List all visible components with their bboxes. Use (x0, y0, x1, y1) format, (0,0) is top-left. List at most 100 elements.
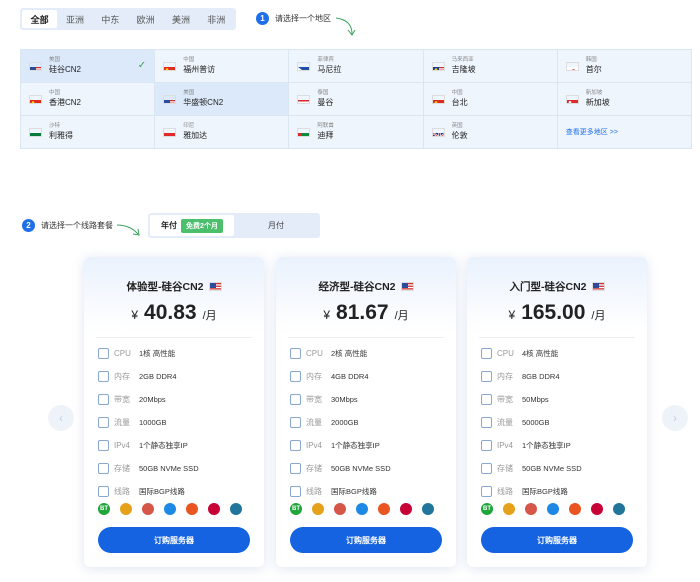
location-country: 印尼 (183, 122, 195, 129)
location-option[interactable]: 马来西亚 吉隆坡 (423, 50, 558, 83)
location-option[interactable]: 新加坡 新加坡 (557, 83, 692, 116)
location-option[interactable]: 英国 伦敦 (423, 116, 558, 149)
spec-value: 国际BGP线路 (139, 487, 185, 496)
bt-panel-icon: BT (290, 503, 302, 515)
spec-value: 2000GB (331, 418, 359, 427)
bandwidth-icon (481, 394, 492, 405)
plan-title: 入门型-硅谷CN2 (509, 281, 587, 293)
order-server-button[interactable]: 订购服务器 (290, 527, 442, 553)
sg-flag-icon (565, 94, 579, 104)
region-tab[interactable]: 欧洲 (128, 10, 163, 28)
chevron-right-icon: › (673, 411, 677, 425)
plan-price: ¥81.67/月 (276, 301, 456, 325)
network-route-icon (481, 486, 492, 497)
location-option[interactable]: 美国 华盛顿CN2 (155, 83, 290, 116)
location-text: 韩国 首尔 (586, 57, 602, 75)
network-route-icon (98, 486, 109, 497)
plan-title-row: 体验型-硅谷CN2 (84, 279, 264, 294)
us-flag-icon (163, 94, 177, 104)
debian-icon (591, 503, 603, 515)
plan-title: 体验型-硅谷CN2 (126, 281, 204, 293)
location-option[interactable]: 中国 香港CN2 (21, 83, 156, 116)
location-country: 马来西亚 (451, 56, 474, 63)
spec-value: 1个静态独享IP (331, 441, 380, 450)
location-text: 泰国 曼谷 (317, 90, 334, 108)
next-plan-button[interactable]: › (662, 405, 688, 431)
plan-card: 经济型-硅谷CN2 ¥81.67/月 CPU 2核 高性能 内存 4GB DDR4 带宽 30… (276, 257, 456, 567)
location-option[interactable]: 阿联酋 迪拜 (289, 116, 424, 149)
region-tab[interactable]: 美洲 (163, 10, 198, 28)
spec-value: 1000GB (139, 418, 167, 427)
settings-icon (120, 503, 132, 515)
spec-label: 线路 (497, 487, 513, 496)
ubuntu-icon (186, 503, 198, 515)
spec-row: CPU 1核 高性能 (98, 342, 254, 365)
location-option[interactable]: 韩国 首尔 (557, 50, 692, 83)
billing-yearly-option[interactable]: 年付 免费2个月 (150, 215, 234, 236)
location-option[interactable]: 泰国 曼谷 (289, 83, 424, 116)
location-option[interactable]: 印尼 雅加达 (155, 116, 290, 149)
spec-value: 50GB NVMe SSD (522, 464, 582, 473)
location-option[interactable]: 沙特 利雅得 (21, 116, 156, 149)
location-city: 曼谷 (317, 98, 334, 108)
billing-monthly-option[interactable]: 月付 (234, 215, 318, 236)
spec-row: CPU 4核 高性能 (481, 342, 637, 365)
memory-icon (290, 371, 301, 382)
spec-row: 内存 2GB DDR4 (98, 365, 254, 388)
curved-arrow-icon (335, 17, 356, 36)
us-flag-icon (208, 282, 222, 291)
os-icons-row: BT (98, 503, 242, 515)
ipv4-icon (98, 440, 109, 451)
spec-value: 50GB NVMe SSD (331, 464, 391, 473)
spec-value: 50GB NVMe SSD (139, 464, 199, 473)
spec-label: 线路 (114, 487, 130, 496)
wordpress-icon (230, 503, 242, 515)
spec-label: 内存 (306, 372, 322, 381)
storage-icon (98, 463, 109, 474)
nodisplay-icon (334, 503, 346, 515)
cn-flag-icon (431, 94, 445, 104)
region-tab[interactable]: 非洲 (199, 10, 234, 28)
location-option[interactable]: 中国 台北 (423, 83, 558, 116)
check-icon: ✓ (137, 60, 147, 71)
spec-row: IPv4 1个静态独享IP (481, 434, 637, 457)
location-text: 美国 硅谷CN2 (49, 57, 81, 75)
region-tab[interactable]: 中东 (93, 10, 128, 28)
th-flag-icon (297, 94, 311, 104)
location-option[interactable]: 菲律宾 马尼拉 (289, 50, 424, 83)
spec-row: 内存 8GB DDR4 (481, 365, 637, 388)
order-server-button[interactable]: 订购服务器 (98, 527, 250, 553)
step-1: 1 请选择一个地区 (256, 12, 331, 25)
prev-plan-button[interactable]: ‹ (48, 405, 74, 431)
location-option[interactable]: 中国 福州普访 (155, 50, 290, 83)
location-city: 马尼拉 (317, 65, 342, 75)
spec-label: 带宽 (114, 395, 130, 404)
spec-label: 存储 (114, 464, 130, 473)
bandwidth-icon (290, 394, 301, 405)
more-regions-link[interactable]: 查看更多地区 >> (566, 127, 618, 137)
cpu-icon (481, 348, 492, 359)
kr-flag-icon (565, 61, 579, 71)
region-tab[interactable]: 全部 (22, 10, 58, 28)
order-server-button[interactable]: 订购服务器 (481, 527, 633, 553)
currency-symbol: ¥ (508, 308, 516, 322)
step-2-text: 请选择一个线路套餐 (41, 221, 113, 230)
location-text: 马来西亚 吉隆坡 (451, 56, 476, 75)
step-2-number: 2 (22, 219, 35, 232)
gb-flag-icon (431, 127, 445, 137)
billing-monthly-label: 月付 (268, 221, 284, 230)
location-country: 菲律宾 (317, 56, 334, 63)
location-text: 中国 台北 (452, 90, 468, 108)
location-city: 新加坡 (585, 98, 610, 108)
ipv4-icon (481, 440, 492, 451)
chevron-left-icon: ‹ (59, 411, 63, 425)
region-tab[interactable]: 亚洲 (57, 10, 92, 28)
spec-label: CPU (306, 349, 323, 358)
location-city: 香港CN2 (49, 98, 82, 108)
traffic-icon (481, 417, 492, 428)
location-text: 新加坡 新加坡 (585, 90, 610, 108)
nodisplay-icon (142, 503, 154, 515)
location-option[interactable]: 美国 硅谷CN2 ✓ (21, 50, 156, 83)
location-text: 英国 伦敦 (452, 123, 468, 141)
currency-symbol: ¥ (323, 308, 331, 322)
